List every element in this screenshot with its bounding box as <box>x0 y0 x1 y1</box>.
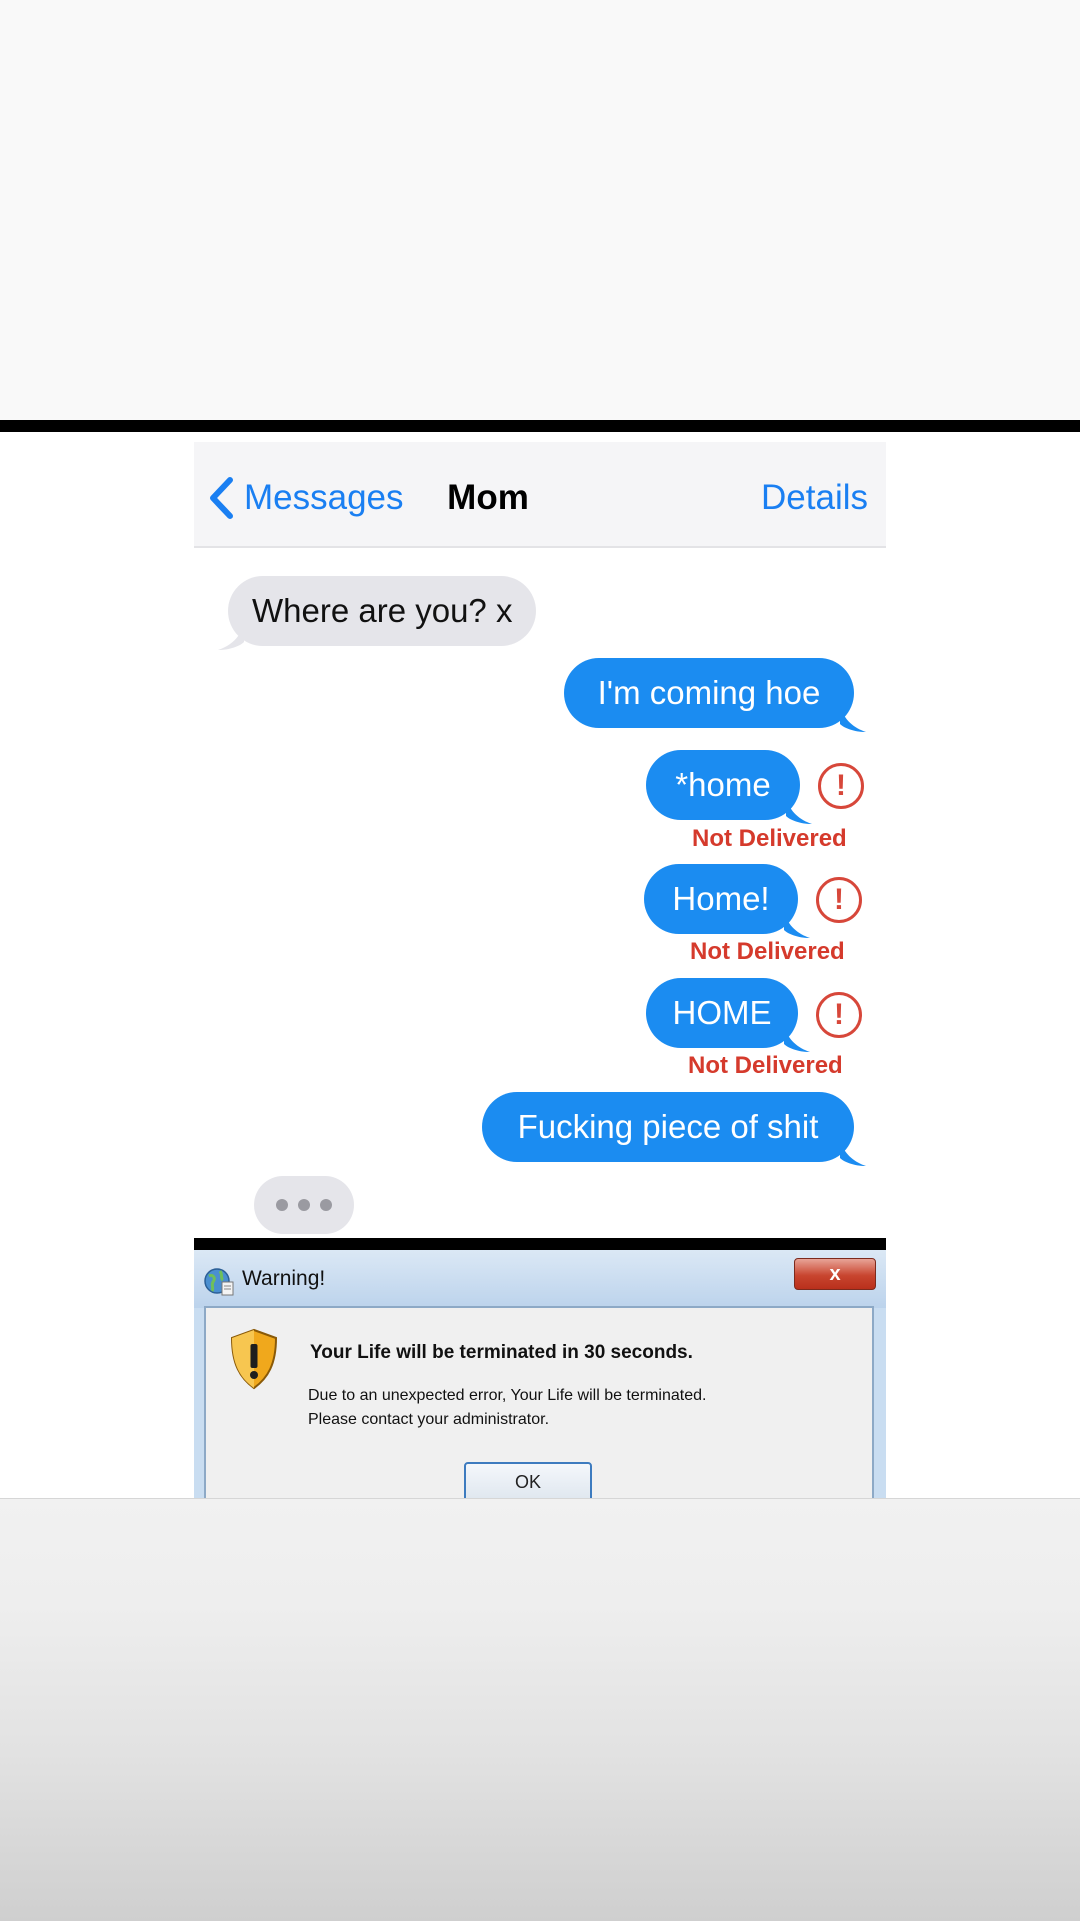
bubble-tail <box>784 1026 810 1052</box>
message-bubble-outgoing[interactable]: I'm coming hoe <box>564 658 866 732</box>
separator-bar <box>0 420 1080 432</box>
message-bubble-outgoing[interactable]: Fucking piece of shit <box>482 1092 866 1166</box>
bubble-tail <box>840 706 866 732</box>
not-delivered-icon[interactable]: ! <box>816 992 862 1038</box>
typing-indicator <box>254 1176 354 1234</box>
delivery-status: Not Delivered <box>690 938 845 965</box>
close-button[interactable]: x <box>794 1258 876 1290</box>
dialog-body: Your Life will be terminated in 30 secon… <box>204 1306 874 1498</box>
dialog-message-line: Please contact your administrator. <box>308 1411 550 1428</box>
bubble-tail <box>784 912 810 938</box>
message-thread: Messages Mom Details Where are you? x I'… <box>194 442 886 1238</box>
message-bubble-outgoing[interactable]: *home <box>646 750 812 824</box>
globe-icon <box>204 1268 234 1296</box>
bubble-tail <box>218 624 244 650</box>
delivery-status: Not Delivered <box>688 1052 843 1079</box>
ok-button[interactable]: OK <box>464 1462 592 1498</box>
nav-bar: Messages Mom Details <box>194 442 886 548</box>
not-delivered-icon[interactable]: ! <box>818 763 864 809</box>
bubble-tail <box>840 1140 866 1166</box>
dialog-heading: Your Life will be terminated in 30 secon… <box>310 1342 693 1363</box>
message-bubble-outgoing[interactable]: Home! <box>644 864 810 938</box>
bubble-tail <box>786 798 812 824</box>
warning-shield-icon <box>230 1328 278 1390</box>
top-blank-area <box>0 0 1080 420</box>
details-button[interactable]: Details <box>761 478 868 518</box>
warning-dialog: Warning! x Your Life will be terminated … <box>194 1238 886 1498</box>
dialog-title: Warning! <box>242 1267 326 1290</box>
message-bubble-outgoing[interactable]: HOME <box>646 978 810 1052</box>
dialog-title-bar: Warning! x <box>194 1250 886 1308</box>
typing-dot <box>320 1199 332 1211</box>
not-delivered-icon[interactable]: ! <box>816 877 862 923</box>
message-bubble-incoming[interactable]: Where are you? x <box>218 576 537 650</box>
delivery-status: Not Delivered <box>692 825 847 852</box>
typing-dot <box>298 1199 310 1211</box>
bottom-blank-area <box>0 1498 1080 1921</box>
typing-dot <box>276 1199 288 1211</box>
dialog-message-line: Due to an unexpected error, Your Life wi… <box>308 1387 707 1404</box>
dialog-message: Due to an unexpected error, Your Life wi… <box>308 1384 706 1432</box>
